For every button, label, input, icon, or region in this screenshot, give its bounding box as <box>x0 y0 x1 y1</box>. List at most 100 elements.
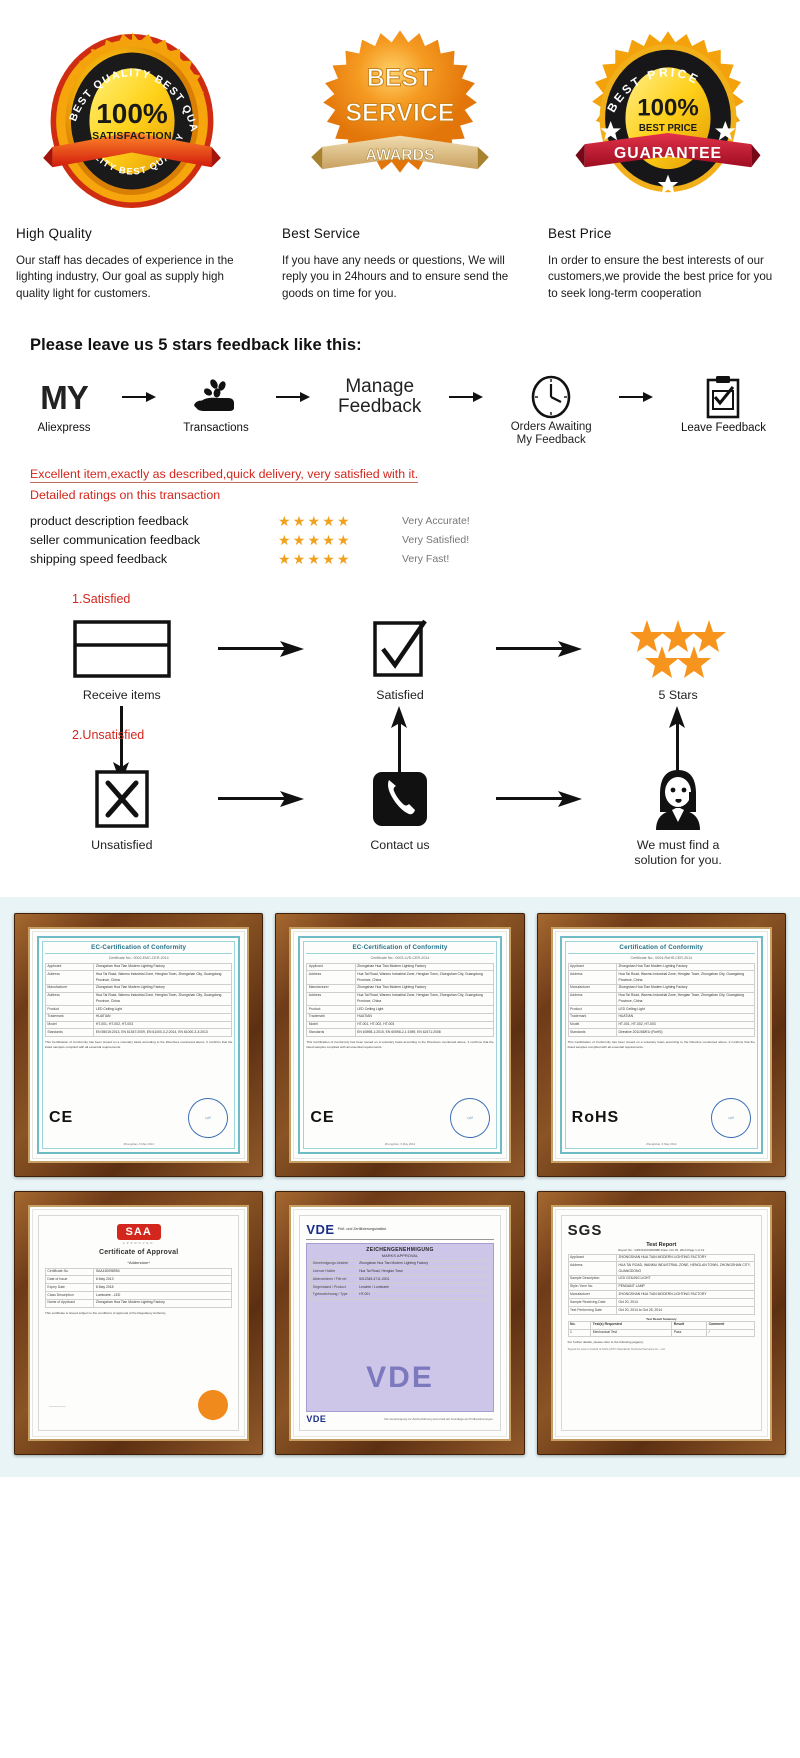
certificate-subtitle: Report No.: GZIN1310400098D Date: Oct 25… <box>618 1247 705 1252</box>
certificate-field-key: Applicant <box>44 962 95 972</box>
certificate-frame-vde[interactable]: VDE Prüf- und Zertifizierungsinstitut ZE… <box>275 1190 525 1455</box>
test-results-header-cell: No. <box>567 1320 592 1330</box>
certificate-subtitle: *Addendum* <box>127 1259 150 1265</box>
flow-caption: We must find a solution for you. <box>634 837 722 868</box>
rating-stars[interactable]: ★★★★★ <box>278 533 402 547</box>
certificate-field-value: LED Ceiling Light <box>354 1005 494 1014</box>
certificate-issue-line: Zhongshan, 6 May 2014 <box>123 1141 154 1146</box>
flow-caption: Satisfied <box>376 688 424 703</box>
certificate-field-value: HUA TAI ROAD, WANMU INDUSTRIAL ZONE, HEN… <box>616 1261 755 1276</box>
flow-caption: Receive items <box>82 688 161 703</box>
certificate-fields: Genehmigungs-Inhaber Zhongshan Hua Tian M… <box>310 1259 490 1300</box>
certificate-table: Applicant ZHONGSHAN HUA TIAN MODERN LIGHT… <box>567 1253 755 1315</box>
rating-label: shipping speed feedback <box>30 551 168 566</box>
frame-inner: Certification of Conformity Certificate … <box>550 926 772 1163</box>
certificate-field-key: Applicant <box>567 962 618 972</box>
badge-title: Best Service <box>282 226 361 241</box>
certificate-table-row: Style / Item No. PENDANT LAMP <box>567 1282 755 1292</box>
certificate-field-value: LED Ceiling Light <box>93 1005 233 1014</box>
certificate-field-value: HT-001 <box>356 1290 490 1300</box>
arrow-right-icon-6 <box>492 618 587 680</box>
certificate-stamp-icon: TUV <box>184 1093 233 1142</box>
certificate-field-key: Trademark <box>567 1012 618 1022</box>
certificate-field-key: Standards <box>567 1028 618 1038</box>
arrow-right-icon-7 <box>214 768 309 830</box>
certificate-frame-saa[interactable]: SAA APPROVED Certificate of Approval *Ad… <box>14 1190 264 1455</box>
certificate-field-value: Directive 2011/65/EU (RoHS) <box>616 1028 755 1038</box>
certificate-table-row: Certificate No. SAA130098954 <box>44 1267 233 1277</box>
certificate-fields: Applicant ZHONGSHAN HUA TIAN MODERN LIGHT… <box>567 1253 755 1315</box>
test-results-table-wrap: No. Test(s) Requested Result Comment 1 Mecha… <box>567 1320 755 1338</box>
certificate-content: EC-Certification of Conformity Certifica… <box>306 944 494 1146</box>
certificate-field-value: Hua Tai Road, Henglan Town <box>356 1267 490 1277</box>
certificate-field-value: Hua Tai Road, Wanmu Industrial Zone, Hen… <box>93 991 233 1007</box>
my-word-text: MY <box>40 378 88 416</box>
certificate-field-value: ZHONGSHAN HUA TIAN MODERN LIGHTING FACTO… <box>616 1290 755 1300</box>
best-service-seal: BEST SERVICE AWARDS <box>300 23 500 218</box>
certificate-field-value: Oct 20, 2014 to Oct 25, 2014 <box>616 1306 755 1315</box>
certificate-footnote: This Certification of Conformity has bee… <box>567 1040 755 1049</box>
certificate-field-value: PENDANT LAMP <box>616 1282 755 1292</box>
certificate-table-row: Applicant Zhongshan Hua Tian Modern Light… <box>44 962 233 972</box>
certificate-stamp-icon: TUV <box>707 1093 755 1142</box>
certificate-field-key: Address <box>306 991 356 1007</box>
certificate-table-row: Genehmigungs-Inhaber Zhongshan Hua Tian M… <box>310 1259 490 1269</box>
arrow-right-icon-4 <box>615 375 657 419</box>
certificate-title: Certification of Conformity <box>567 944 755 954</box>
certificate-field-value: EN 60598-1:2015, EN 60598-2-1:1989, EN 6… <box>354 1028 494 1038</box>
certificate-field-key: Address <box>567 1261 618 1276</box>
certificate-field-key: Standards <box>306 1028 356 1038</box>
certificate-mark-row: CE TUV <box>306 1093 494 1142</box>
flow-node-solution: We must find a solution for you. <box>586 768 770 869</box>
certificate-field-value: ZHONGSHAN HUA TIAN MODERN LIGHTING FACTO… <box>616 1253 755 1263</box>
certificate-field-value: Hua Tai Road, Wanmu Industrial Zone, Hen… <box>616 991 755 1007</box>
badge-descriptions-row: High Quality Our staff has decades of ex… <box>14 218 786 302</box>
certificate-table-row: Gegenstand / Product Leuchte / Luminaire <box>310 1283 490 1292</box>
badge-description: Our staff has decades of experience in t… <box>16 254 234 300</box>
certificate-fields: Applicant Zhongshan Hua Tian Modern Light… <box>44 962 233 1038</box>
certificate-document: SAA APPROVED Certificate of Approval *Ad… <box>32 1208 246 1437</box>
certificate-table-row: Standards EN 55015:2013, EN 61547:2009, E… <box>44 1028 233 1038</box>
certificate-field-key: Typbezeichnung / Type <box>310 1290 358 1300</box>
clock-icon <box>530 375 572 419</box>
certificate-footnote: This Certification of Conformity has bee… <box>306 1040 494 1049</box>
rohs-mark-icon: RoHS <box>571 1108 620 1126</box>
badge-cell-best-service: BEST SERVICE AWARDS <box>282 18 518 218</box>
saa-logo-subtitle: APPROVED <box>122 1240 155 1245</box>
rating-stars[interactable]: ★★★★★ <box>278 552 402 566</box>
certificate-content: SAA APPROVED Certificate of Approval *Ad… <box>44 1222 233 1424</box>
certificate-frame-sgs[interactable]: SGS Test Report Report No.: GZIN13104000… <box>536 1190 786 1455</box>
certificate-table-row: Address Hua Tai Road, Wanmu Industrial Zo… <box>44 970 233 985</box>
sample-review-block: Excellent item,exactly as described,quic… <box>30 465 770 568</box>
certificate-field-value: LED CEILING LIGHT <box>616 1274 755 1284</box>
x-box-icon <box>93 768 151 830</box>
ce-mark-icon: CE <box>310 1108 335 1126</box>
certificate-table-row: Sample Receiving Date Oct 20, 2014 <box>567 1298 755 1307</box>
arrow-right-icon-2 <box>272 375 314 419</box>
certificate-frame-rohs[interactable]: Certification of Conformity Certificate … <box>536 912 786 1177</box>
frame-inner: SAA APPROVED Certificate of Approval *Ad… <box>28 1204 250 1441</box>
signature-line: __________ <box>49 1402 66 1407</box>
svg-text:100%: 100% <box>637 94 699 121</box>
arrow-right-icon-3 <box>445 375 487 419</box>
saa-seal-icon <box>198 1389 229 1420</box>
arrow-right-icon-8 <box>492 768 587 830</box>
test-results-cell: / <box>706 1328 755 1338</box>
certificate-field-key: Address <box>306 970 356 985</box>
satisfied-flow-row: Receive items Satisfied 5 Stars <box>30 618 770 704</box>
certificate-table-row: Typbezeichnung / Type HT-001 <box>310 1290 490 1300</box>
certificate-frame-ce-2[interactable]: EC-Certification of Conformity Certifica… <box>275 912 525 1177</box>
certificates-grid: EC-Certification of Conformity Certifica… <box>14 912 786 1455</box>
rating-value: Very Fast! <box>402 552 450 565</box>
certificate-field-value: Zhongshan Hua Tian Modern Lighting Facto… <box>93 962 233 972</box>
flow-node-my-aliexpress: MY Aliexpress <box>34 375 94 435</box>
rating-stars[interactable]: ★★★★★ <box>278 514 402 528</box>
certificate-field-value: Hua Tai Road, Wanmu Industrial Zone, Hen… <box>354 991 494 1007</box>
certificate-subtitle: Certificate No.: 0002-EMC-CER-2014 <box>108 955 169 960</box>
certificate-frame-ce-1[interactable]: EC-Certification of Conformity Certifica… <box>14 912 264 1177</box>
badge-seals-row: BEST QUALITY BEST QUALITY ALITY BEST QUA… <box>14 18 786 218</box>
saa-logo: SAA <box>116 1223 161 1240</box>
certificate-field-key: Manufacturer <box>567 1290 618 1300</box>
rating-value: Very Accurate! <box>402 514 470 527</box>
certificate-field-value: 6 May 2018 <box>93 1283 233 1292</box>
